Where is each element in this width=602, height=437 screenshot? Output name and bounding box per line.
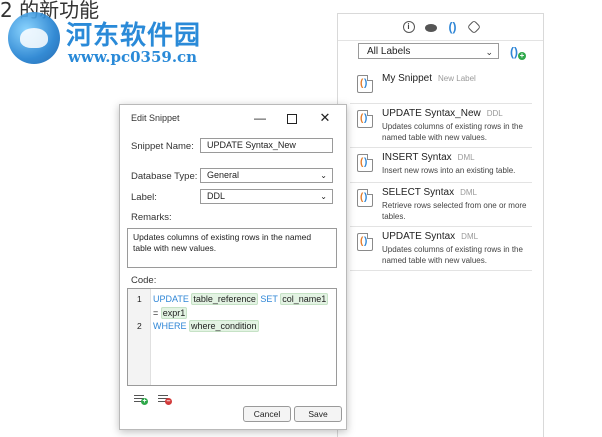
panel-toolbar: i () [338,14,543,40]
chevron-down-icon: ⌄ [320,171,327,180]
placeholder-token[interactable]: expr1 [160,307,188,319]
snippet-list: () My Snippet New Label () UPDATE Syntax_… [350,69,532,271]
panel-divider [338,40,543,41]
watermark-site-name: 河东软件园 [66,21,202,51]
label-select-value: DDL [207,191,226,201]
snippet-name-label: Snippet Name: [131,141,194,152]
snippet-icon: () [510,45,518,59]
minus-icon: – [165,398,172,405]
placeholder-token[interactable]: table_reference [191,293,258,305]
snippet-file-icon: () [357,75,373,93]
remarks-label: Remarks: [131,212,172,223]
labels-select[interactable]: All Labels ⌄ [358,43,499,59]
code-line: UPDATE table_reference SET col_name1 [153,293,329,305]
placeholder-token[interactable]: where_condition [189,320,259,332]
braces-icon[interactable]: () [447,21,459,33]
plus-icon: + [518,51,526,60]
edit-snippet-dialog: Edit Snippet — ✕ Snippet Name: UPDATE Sy… [119,104,347,430]
operator: = [153,308,159,318]
labels-select-value: All Labels [367,46,411,57]
snippet-file-icon: () [357,233,373,251]
database-type-value: General [207,170,240,180]
snippet-description: Updates columns of existing rows in the … [382,122,523,142]
snippet-item-update-syntax[interactable]: () UPDATE Syntax DML Updates columns of e… [350,227,532,271]
database-type-select[interactable]: General ⌄ [200,168,333,183]
code-line: WHERE where_condition [153,320,259,332]
snippet-title: INSERT Syntax [382,152,452,163]
code-label: Code: [131,275,157,286]
snippet-item-insert-syntax[interactable]: () INSERT Syntax DML Insert new rows into… [350,148,532,183]
chevron-down-icon: ⌄ [485,47,493,57]
watermark-logo-icon [8,12,60,64]
settings-icon[interactable] [466,19,481,35]
snippet-file-icon: () [357,154,373,172]
snippet-tag: DML [457,153,475,162]
snippet-tag: DML [460,188,477,197]
chevron-down-icon: ⌄ [320,192,327,201]
remarks-textarea[interactable]: Updates columns of existing rows in the … [127,228,337,268]
snippet-description: Retrieve rows selected from one or more … [382,201,527,221]
snippet-title: UPDATE Syntax_New [382,108,481,119]
snippets-panel: i () All Labels ⌄ () + () My Snippet New … [337,13,544,437]
code-editor[interactable]: 1 2 UPDATE table_reference SET col_name1… [127,288,337,386]
snippet-title: UPDATE Syntax [382,231,456,242]
snippet-item-update-syntax-new[interactable]: () UPDATE Syntax_New DDL Updates columns … [350,104,532,148]
database-type-label: Database Type: [131,171,198,182]
snippet-tag: DML [461,232,479,241]
maximize-icon [287,113,297,124]
snippet-tag: DDL [486,109,503,118]
watermark-site-url: www.pc0359.cn [68,48,198,66]
info-icon[interactable]: i [402,21,415,33]
dialog-title: Edit Snippet [131,113,180,123]
line-number: 2 [137,321,142,331]
close-button[interactable]: ✕ [310,108,340,128]
snippet-file-icon: () [357,189,373,207]
line-number: 1 [137,294,142,304]
snippet-title: My Snippet [382,73,433,84]
dialog-titlebar[interactable]: Edit Snippet — ✕ [120,105,346,131]
label-label: Label: [131,192,157,203]
labels-filter-row: All Labels ⌄ () + [358,43,526,60]
eye-icon[interactable] [424,24,437,32]
cancel-button[interactable]: Cancel [243,406,291,422]
snippet-tag: New Label [438,74,476,83]
keyword: UPDATE [153,294,189,304]
snippet-item-select-syntax[interactable]: () SELECT Syntax DML Retrieve rows select… [350,183,532,227]
code-tools: + – [134,393,172,405]
add-snippet-button[interactable]: () + [509,43,526,60]
keyword: SET [260,294,278,304]
minimize-button[interactable]: — [245,108,275,128]
code-gutter: 1 2 [128,289,151,385]
remove-placeholder-button[interactable]: – [158,393,172,405]
maximize-button[interactable] [277,108,307,128]
plus-icon: + [141,398,148,405]
code-line-wrap: = expr1 [153,307,188,319]
snippet-file-icon: () [357,110,373,128]
placeholder-token[interactable]: col_name1 [280,293,329,305]
add-placeholder-button[interactable]: + [134,393,148,405]
snippet-description: Updates columns of existing rows in the … [382,245,523,265]
snippet-description: Insert new rows into an existing table. [382,166,516,175]
keyword: WHERE [153,321,187,331]
snippet-item-my-snippet[interactable]: () My Snippet New Label [350,69,532,104]
snippet-name-input[interactable]: UPDATE Syntax_New [200,138,333,153]
label-select[interactable]: DDL ⌄ [200,189,333,204]
snippet-title: SELECT Syntax [382,187,455,198]
save-button[interactable]: Save [294,406,342,422]
